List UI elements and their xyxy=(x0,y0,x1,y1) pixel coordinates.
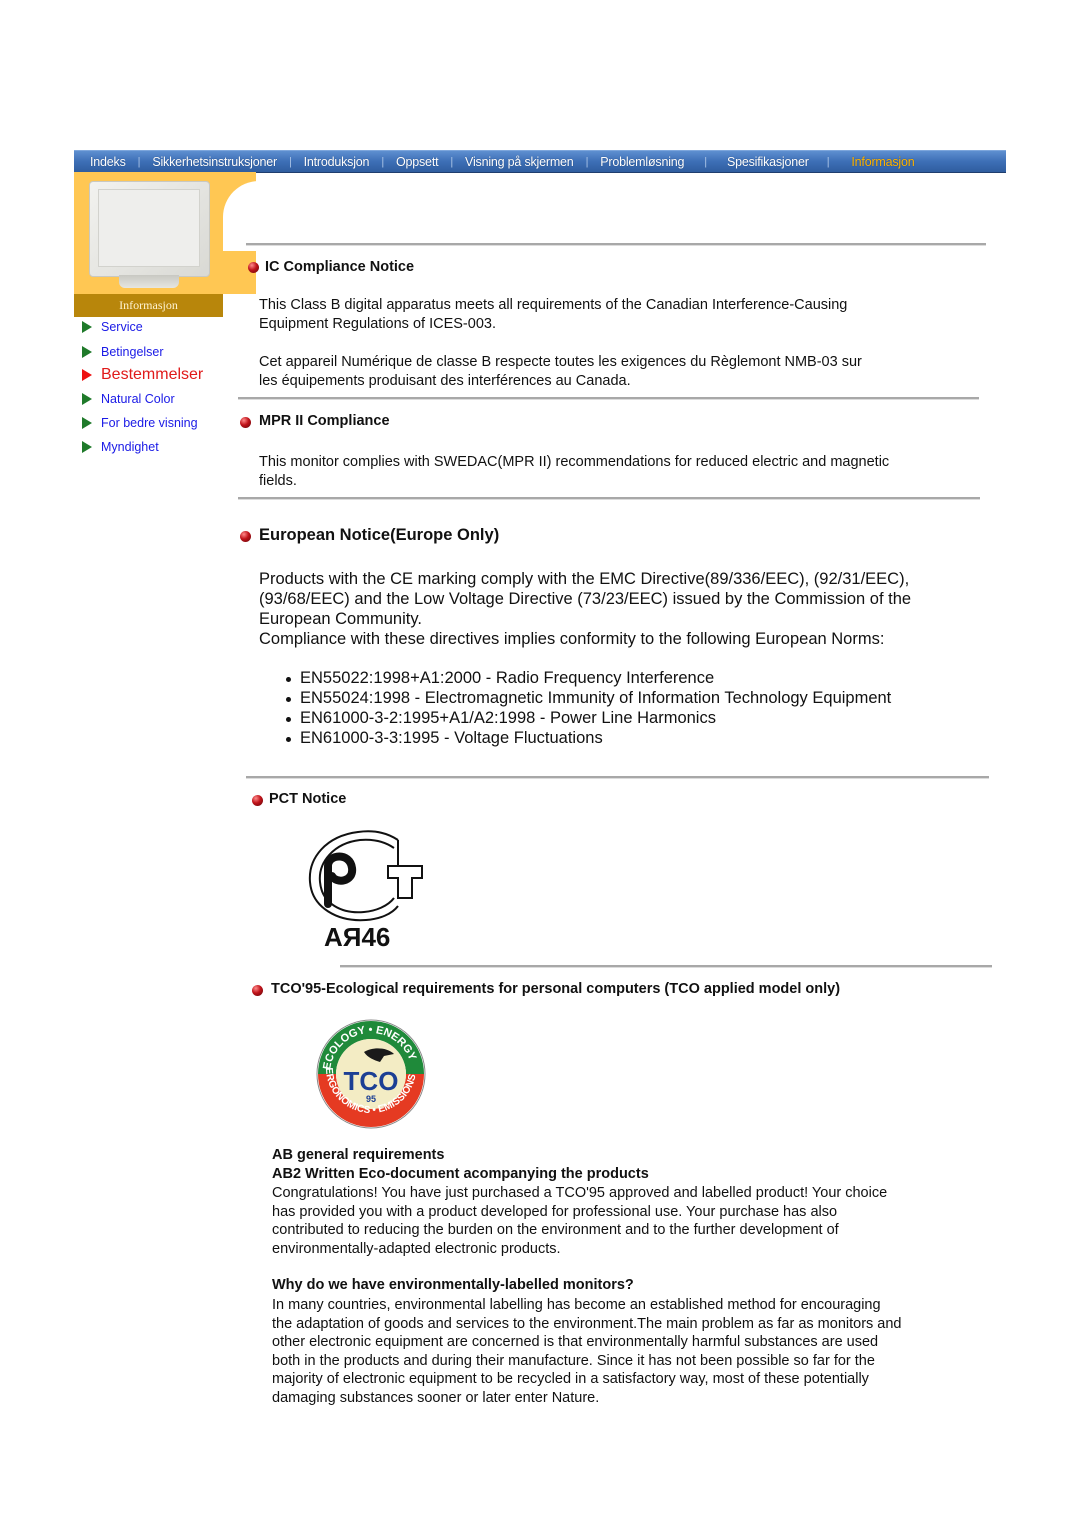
monitor-image xyxy=(89,181,212,289)
svg-text:TCO: TCO xyxy=(344,1066,399,1096)
nav-item-oppsett[interactable]: Oppsett xyxy=(396,155,439,169)
bullet-dot-icon xyxy=(286,697,291,702)
arrow-right-icon xyxy=(82,346,92,358)
mpr-compliance-heading: MPR II Compliance xyxy=(259,413,390,429)
bullet-dot-icon xyxy=(286,737,291,742)
nav-item-spesifikasjoner[interactable]: Spesifikasjoner xyxy=(727,155,809,169)
red-bullet-icon xyxy=(252,795,263,806)
svg-text:95: 95 xyxy=(366,1094,376,1104)
divider xyxy=(238,497,980,500)
nav-item-informasjon[interactable]: Informasjon xyxy=(851,155,914,169)
tco95-ecology-logo: ECOLOGY • ENERGY ERGONOMICS • EMISSIONS … xyxy=(308,1016,434,1132)
monitor-stand xyxy=(119,275,179,288)
arrow-right-icon xyxy=(82,393,92,405)
arrow-right-icon xyxy=(82,441,92,453)
sidebar-item-label: Myndighet xyxy=(101,440,159,454)
nav-item-visning[interactable]: Visning på skjermen xyxy=(465,155,574,169)
sidebar-item-label: Service xyxy=(101,320,143,334)
bullet-dot-icon xyxy=(286,717,291,722)
nav-separator: | xyxy=(450,155,454,168)
red-bullet-icon xyxy=(248,262,259,273)
sidebar-item-label: Natural Color xyxy=(101,392,175,406)
pct-logo-icon: АЯ46 xyxy=(308,830,423,952)
ic-french-text: Cet appareil Numérique de classe B respe… xyxy=(259,354,862,389)
nav-item-introduksjon[interactable]: Introduksjon xyxy=(304,155,370,169)
arrow-right-icon xyxy=(82,417,92,429)
pct-notice-heading: PCT Notice xyxy=(269,791,347,807)
list-item: EN61000-3-2:1995+A1/A2:1998 - Power Line… xyxy=(286,708,891,728)
bullet-dot-icon xyxy=(286,677,291,682)
why-labelled-monitors-heading: Why do we have environmentally-labelled … xyxy=(272,1277,634,1293)
red-bullet-icon xyxy=(240,531,251,542)
red-bullet-icon xyxy=(252,985,263,996)
nav-item-problemlosning[interactable]: Problemløsning xyxy=(600,155,684,169)
pct-certification-logo: АЯ46 xyxy=(302,826,432,952)
sidebar-item-natural-color[interactable]: Natural Color xyxy=(82,392,175,406)
arrow-right-icon xyxy=(82,369,92,381)
sidebar-item-for-bedre-visning[interactable]: For bedre visning xyxy=(82,416,198,430)
sidebar-item-label: Bestemmelser xyxy=(101,366,204,383)
european-notice-heading: European Notice(Europe Only) xyxy=(259,526,500,544)
nav-separator: | xyxy=(137,155,141,168)
ic-english-text: This Class B digital apparatus meets all… xyxy=(259,297,848,332)
sidebar-item-label: For bedre visning xyxy=(101,416,198,430)
top-navigation-bar: Indeks | Sikkerhetsinstruksjoner | Intro… xyxy=(74,150,1006,173)
nav-separator: | xyxy=(826,155,830,168)
european-notice-text: Products with the CE marking comply with… xyxy=(259,570,912,648)
nav-separator: | xyxy=(585,155,589,168)
divider xyxy=(246,243,986,246)
section-label: Informasjon xyxy=(74,294,223,317)
divider xyxy=(246,776,989,779)
list-item: EN55024:1998 - Electromagnetic Immunity … xyxy=(286,688,891,708)
sidebar-item-service[interactable]: Service xyxy=(82,320,143,334)
ab-general-requirements-heading: AB general requirements xyxy=(272,1147,445,1163)
monitor-screen xyxy=(98,189,200,267)
ic-compliance-heading: IC Compliance Notice xyxy=(265,259,415,275)
sidebar-item-label: Betingelser xyxy=(101,345,164,359)
nav-separator: | xyxy=(381,155,384,168)
red-bullet-icon xyxy=(240,417,251,428)
divider xyxy=(238,397,979,400)
list-item: EN55022:1998+A1:2000 - Radio Frequency I… xyxy=(286,668,891,688)
svg-text:АЯ46: АЯ46 xyxy=(324,922,390,951)
list-item: EN61000-3-3:1995 - Voltage Fluctuations xyxy=(286,728,891,748)
tco-logo-icon: ECOLOGY • ENERGY ERGONOMICS • EMISSIONS … xyxy=(316,1019,426,1129)
sidebar-item-bestemmelser[interactable]: Bestemmelser xyxy=(82,366,203,384)
ab2-eco-document-heading: AB2 Written Eco-document acompanying the… xyxy=(272,1166,649,1182)
mpr-text: This monitor complies with SWEDAC(MPR II… xyxy=(259,454,890,489)
tco-heading: TCO'95-Ecological requirements for perso… xyxy=(271,981,841,997)
sidebar-item-betingelser[interactable]: Betingelser xyxy=(82,345,164,359)
tco-congratulations-text: Congratulations! You have just purchased… xyxy=(272,1185,888,1257)
arrow-right-icon xyxy=(82,321,92,333)
nav-separator: | xyxy=(704,155,707,168)
divider xyxy=(340,965,992,968)
nav-item-sikkerhetsinstruksjoner[interactable]: Sikkerhetsinstruksjoner xyxy=(152,155,277,169)
nav-separator: | xyxy=(288,155,292,168)
european-norms-list: EN55022:1998+A1:2000 - Radio Frequency I… xyxy=(286,668,891,748)
environmental-labelling-text: In many countries, environmental labelli… xyxy=(272,1297,902,1406)
nav-item-indeks[interactable]: Indeks xyxy=(90,155,126,169)
sidebar-item-myndighet[interactable]: Myndighet xyxy=(82,440,159,454)
